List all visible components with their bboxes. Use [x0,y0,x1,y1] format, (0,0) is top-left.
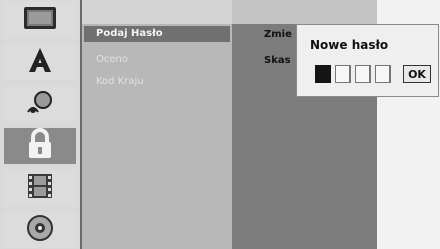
dialog-title: Nowe hasło [310,38,389,52]
password-digit-2[interactable] [335,65,351,83]
password-digit-1[interactable] [315,65,331,83]
sidebar-item-disc[interactable] [4,212,76,248]
sidebar-item-display[interactable] [4,2,76,38]
option-delete[interactable]: Skas [264,55,291,66]
lock-menu: Podaj Hasło Oceno Kod Kraju [82,0,232,249]
password-digit-4[interactable] [375,65,391,83]
language-icon [27,46,53,78]
sidebar-item-recording[interactable] [4,170,76,206]
audio-icon [24,88,56,120]
sidebar-item-lock[interactable] [4,128,76,164]
menu-item-country-code: Kod Kraju [96,76,144,87]
disc-icon [26,214,54,246]
new-password-dialog: Nowe hasło OK [296,24,439,97]
lock-icon [25,128,55,164]
category-sidebar [0,0,82,249]
menu-item-rating: Oceno [96,54,128,65]
menu-item-enter-password[interactable]: Podaj Hasło [84,26,230,42]
sidebar-item-audio[interactable] [4,86,76,122]
film-icon [26,172,54,204]
sidebar-item-language[interactable] [4,44,76,80]
password-digit-3[interactable] [355,65,371,83]
setup-screen: Podaj Hasło Oceno Kod Kraju Zmie Skas No… [0,0,440,249]
option-change[interactable]: Zmie [264,29,292,40]
tv-icon [23,6,57,34]
menu-header-bar [82,0,232,24]
options-header-bar [232,0,377,24]
ok-button[interactable]: OK [403,65,431,83]
